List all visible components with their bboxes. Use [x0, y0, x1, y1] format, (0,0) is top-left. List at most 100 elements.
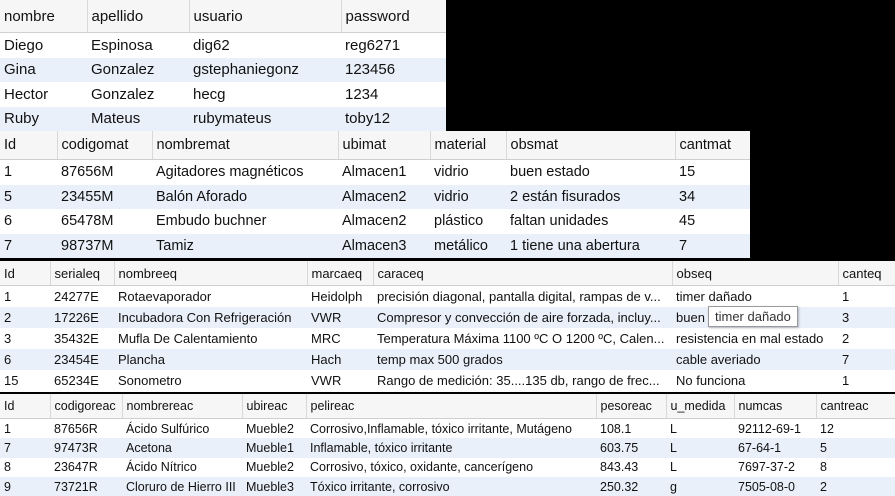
table-cell[interactable]: Embudo buchner [152, 209, 338, 234]
table-cell[interactable]: cable averiado [672, 349, 838, 370]
table-cell[interactable]: Inflamable, tóxico irritante [306, 438, 596, 458]
table-cell[interactable]: temp max 500 grados [373, 349, 672, 370]
table-cell[interactable]: Sonometro [114, 370, 307, 391]
table-row[interactable]: 5 23455M Balón Aforado Almacen2 vidrio 2 está… [0, 184, 750, 209]
table-cell[interactable]: 2 están fisurados [506, 184, 675, 209]
table-cell[interactable]: 17226E [50, 307, 114, 328]
table-cell[interactable]: Corrosivo, tóxico, oxidante, cancerígeno [306, 458, 596, 477]
table-row[interactable]: 3 35432E Mufla De Calentamiento MRC Temperat… [0, 328, 895, 349]
table-cell[interactable]: Mueble2 [242, 419, 306, 439]
table-cell[interactable]: Diego [0, 33, 87, 58]
equipos-header-serialeq[interactable]: serialeq [50, 261, 115, 286]
reactivos-header-nombrereac[interactable]: nombrereac [122, 394, 243, 419]
table-cell[interactable]: 123456 [341, 57, 446, 82]
table-cell[interactable]: 7 [0, 233, 57, 258]
table-cell[interactable]: rubymateus [189, 106, 341, 131]
table-cell[interactable]: 6 [0, 209, 57, 234]
table-cell[interactable]: resistencia en mal estado [672, 328, 838, 349]
table-cell[interactable]: 1234 [341, 82, 446, 107]
table-cell[interactable]: 108.1 [596, 419, 666, 439]
usuarios-header-usuario[interactable]: usuario [189, 0, 342, 33]
table-row[interactable]: Hector Gonzalez hecg 1234 [0, 82, 446, 107]
table-cell[interactable]: Hector [0, 82, 87, 107]
usuarios-grid[interactable]: nombre apellido usuario password Diego Espino… [0, 0, 446, 131]
table-cell[interactable]: hecg [189, 82, 341, 107]
table-cell[interactable]: 3 [838, 307, 895, 328]
table-cell[interactable]: metálico [430, 233, 506, 258]
table-cell[interactable]: Gonzalez [87, 82, 189, 107]
table-row[interactable]: 1 24277E Rotaevaporador Heidolph precisión d… [0, 286, 895, 308]
table-cell[interactable]: 1 [0, 286, 50, 308]
materiales-header-codigomat[interactable]: codigomat [57, 131, 153, 160]
materiales-grid[interactable]: Id codigomat nombremat ubimat material obsmat… [0, 131, 750, 258]
reactivos-header-id[interactable]: Id [0, 394, 51, 419]
equipos-header-id[interactable]: Id [0, 261, 51, 286]
equipos-header-obseq[interactable]: obseq [672, 261, 839, 286]
table-cell[interactable]: 1 [838, 286, 895, 308]
table-cell[interactable]: reg6271 [341, 33, 446, 58]
table-cell[interactable]: 5 [816, 438, 895, 458]
table-row[interactable]: 15 65234E Sonometro VWR Rango de medición: 3… [0, 370, 895, 391]
table-cell[interactable]: 1 [0, 160, 57, 185]
materiales-header-obsmat[interactable]: obsmat [506, 131, 676, 160]
table-cell[interactable]: MRC [307, 328, 373, 349]
table-cell[interactable]: 65478M [57, 209, 152, 234]
table-cell[interactable]: Cloruro de Hierro III [122, 476, 242, 496]
table-cell[interactable]: L [666, 458, 734, 477]
table-cell[interactable]: buen estado [506, 160, 675, 185]
table-cell[interactable]: 98737M [57, 233, 152, 258]
table-cell[interactable]: Tóxico irritante, corrosivo [306, 476, 596, 496]
table-row[interactable]: 1 87656M Agitadores magnéticos Almacen1 vidr… [0, 160, 750, 185]
table-cell[interactable]: 7 [838, 349, 895, 370]
table-row[interactable]: Ruby Mateus rubymateus toby12 [0, 106, 446, 131]
table-cell[interactable]: 603.75 [596, 438, 666, 458]
table-row[interactable]: 8 23647R Ácido Nítrico Mueble2 Corrosivo, tó… [0, 458, 895, 477]
table-cell[interactable]: 7505-08-0 [734, 476, 816, 496]
table-cell[interactable]: Almacen1 [338, 160, 430, 185]
table-row[interactable]: Gina Gonzalez gstephaniegonz 123456 [0, 57, 446, 82]
usuarios-header-apellido[interactable]: apellido [87, 0, 190, 33]
table-cell[interactable]: 12 [816, 419, 895, 439]
table-cell[interactable]: VWR [307, 307, 373, 328]
table-cell[interactable]: 65234E [50, 370, 114, 391]
table-cell[interactable]: toby12 [341, 106, 446, 131]
table-cell[interactable]: Ácido Sulfúrico [122, 419, 242, 439]
table-cell[interactable]: precisión diagonal, pantalla digital, ra… [373, 286, 672, 308]
table-cell[interactable]: 7697-37-2 [734, 458, 816, 477]
table-cell[interactable]: 5 [0, 184, 57, 209]
table-cell[interactable]: 45 [675, 209, 750, 234]
table-cell[interactable]: 23454E [50, 349, 114, 370]
reactivos-header-numcas[interactable]: numcas [734, 394, 817, 419]
table-row[interactable]: 1 87656R Ácido Sulfúrico Mueble2 Corrosivo,I… [0, 419, 895, 439]
table-row[interactable]: 7 98737M Tamiz Almacen3 metálico 1 tiene una … [0, 233, 750, 258]
table-cell[interactable]: 7 [675, 233, 750, 258]
table-cell[interactable]: Agitadores magnéticos [152, 160, 338, 185]
equipos-header-marcaeq[interactable]: marcaeq [307, 261, 374, 286]
table-cell[interactable]: 1 [838, 370, 895, 391]
table-cell[interactable]: Espinosa [87, 33, 189, 58]
reactivos-header-pesoreac[interactable]: pesoreac [596, 394, 667, 419]
table-cell[interactable]: 2 [816, 476, 895, 496]
table-cell[interactable]: Ácido Nítrico [122, 458, 242, 477]
table-cell[interactable]: Temperatura Máxima 1100 ºC O 1200 ºC, Ca… [373, 328, 672, 349]
materiales-header-id[interactable]: Id [0, 131, 58, 160]
equipos-header-caraceq[interactable]: caraceq [373, 261, 673, 286]
table-cell[interactable]: 35432E [50, 328, 114, 349]
table-row[interactable]: 6 23454E Plancha Hach temp max 500 grados cab… [0, 349, 895, 370]
table-cell[interactable]: VWR [307, 370, 373, 391]
table-cell[interactable]: Mueble3 [242, 476, 306, 496]
table-cell[interactable]: dig62 [189, 33, 341, 58]
table-cell[interactable]: 9 [0, 476, 50, 496]
table-cell[interactable]: g [666, 476, 734, 496]
table-cell[interactable]: 6 [0, 349, 50, 370]
table-cell[interactable]: Mueble2 [242, 458, 306, 477]
table-cell[interactable]: L [666, 438, 734, 458]
usuarios-header-password[interactable]: password [341, 0, 446, 33]
table-cell[interactable]: 3 [0, 328, 50, 349]
table-cell[interactable]: Mateus [87, 106, 189, 131]
table-cell[interactable]: 23647R [50, 458, 122, 477]
table-cell[interactable]: faltan unidades [506, 209, 675, 234]
table-cell[interactable]: 73721R [50, 476, 122, 496]
materiales-header-nombremat[interactable]: nombremat [152, 131, 339, 160]
table-cell[interactable]: Almacen3 [338, 233, 430, 258]
